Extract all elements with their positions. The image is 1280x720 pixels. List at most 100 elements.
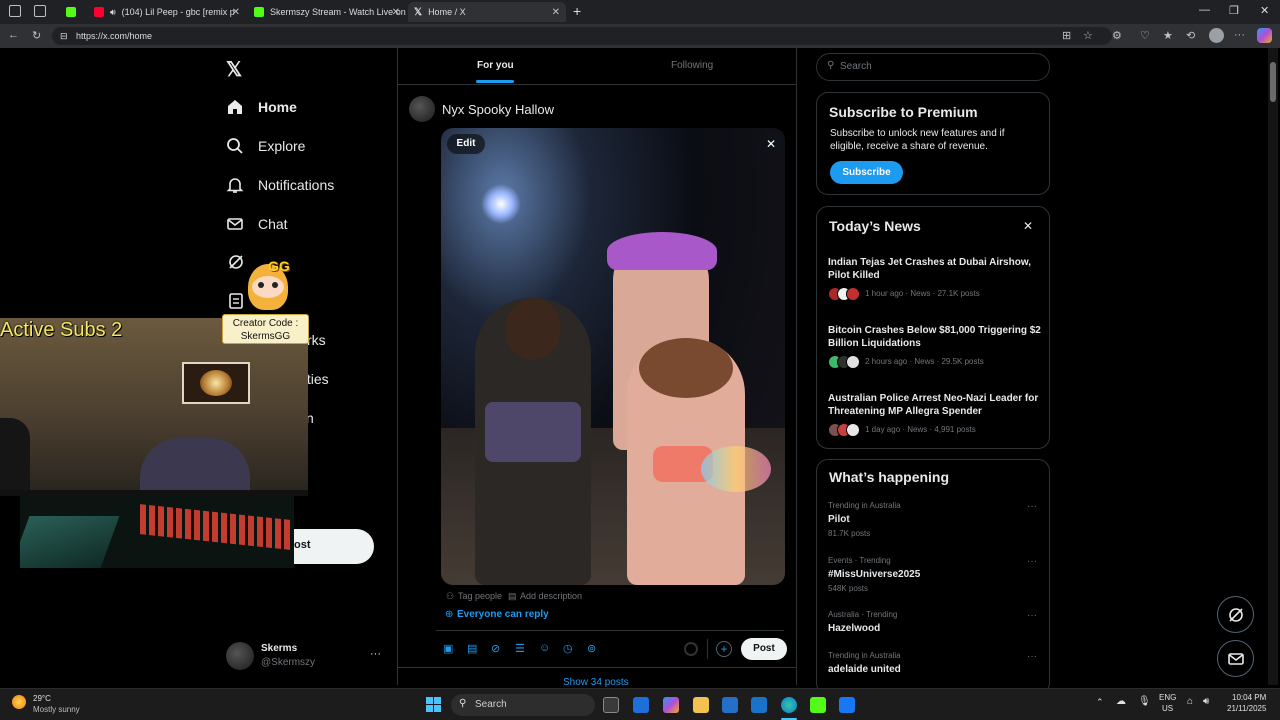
outlook-icon[interactable] xyxy=(633,697,649,713)
gif-icon[interactable]: ▤ xyxy=(467,642,477,655)
edit-media-button[interactable]: Edit xyxy=(447,134,485,154)
nav-item-bookmarks-partial[interactable]: rks xyxy=(307,332,326,348)
remove-media-close-icon[interactable]: ✕ xyxy=(759,132,783,156)
kick-taskbar-icon[interactable] xyxy=(810,697,826,713)
edge-icon[interactable] xyxy=(781,697,797,713)
search-box[interactable]: ⚲ Search xyxy=(816,53,1050,81)
trend-more-icon[interactable]: ··· xyxy=(1027,556,1037,567)
dismiss-news-close-icon[interactable]: ✕ xyxy=(1023,219,1033,233)
new-tab-button[interactable]: + xyxy=(573,3,581,19)
language-bottom[interactable]: US xyxy=(1162,704,1173,713)
reply-setting-button[interactable]: Everyone can reply xyxy=(457,609,549,620)
task-view-icon[interactable] xyxy=(603,697,619,713)
scrollbar-thumb[interactable] xyxy=(1270,62,1276,102)
x-logo-icon[interactable]: 𝕏 xyxy=(226,57,242,82)
clock-time[interactable]: 10:04 PM xyxy=(1232,693,1266,702)
tab-kick-stream[interactable]: Skermszy Stream - Watch Live on ✕ xyxy=(248,2,406,22)
add-description-link[interactable]: Add description xyxy=(520,591,582,601)
profile-avatar[interactable] xyxy=(1209,28,1224,43)
composer-text[interactable]: Nyx Spooky Hallow xyxy=(442,102,554,117)
restore-icon[interactable]: ❐ xyxy=(1229,4,1239,17)
emoji-icon[interactable]: ☺ xyxy=(539,642,550,654)
history-icon[interactable]: ⟲ xyxy=(1186,29,1195,42)
trend-name[interactable]: adelaide united xyxy=(828,664,901,675)
photos-icon[interactable] xyxy=(751,697,767,713)
close-tab-icon[interactable]: ✕ xyxy=(392,7,400,18)
grok-compose-icon[interactable]: ⊘ xyxy=(491,642,500,655)
tab-x-home[interactable]: 𝕏 Home / X ✕ xyxy=(408,2,566,22)
trend-name[interactable]: Pilot xyxy=(828,514,850,525)
news-item-title[interactable]: Bitcoin Crashes Below $81,000 Triggering… xyxy=(828,324,1043,350)
nav-label: Chat xyxy=(258,216,288,232)
favorite-star-icon[interactable]: ☆ xyxy=(1083,29,1093,42)
news-item-title[interactable]: Indian Tejas Jet Crashes at Dubai Airsho… xyxy=(828,256,1043,282)
address-bar[interactable]: ⊟ https://x.com/home xyxy=(52,27,1112,45)
composer-avatar[interactable] xyxy=(409,96,435,122)
language-top[interactable]: ENG xyxy=(1159,693,1176,702)
copilot-icon[interactable] xyxy=(1257,28,1272,43)
weather-icon[interactable] xyxy=(12,695,26,709)
trend-name[interactable]: Hazelwood xyxy=(828,623,880,634)
nav-item-home[interactable]: Home xyxy=(226,94,297,120)
trend-name[interactable]: #MissUniverse2025 xyxy=(828,569,920,580)
extensions-icon[interactable]: ⚙ xyxy=(1112,29,1122,42)
trend-more-icon[interactable]: ··· xyxy=(1027,610,1037,621)
tab-for-you[interactable]: For you xyxy=(477,60,514,71)
tab-pinned-kick[interactable] xyxy=(60,2,84,22)
file-explorer-icon[interactable] xyxy=(693,697,709,713)
show-new-posts-link[interactable]: Show 34 posts xyxy=(563,677,629,688)
media-icon[interactable]: ▣ xyxy=(443,642,453,655)
tab-youtube[interactable]: 🔊︎ (104) Lil Peep - gbc [remix p ✕ xyxy=(88,2,246,22)
network-icon[interactable]: ⌂ xyxy=(1187,696,1193,707)
poll-icon[interactable]: ☰ xyxy=(515,642,525,655)
nav-item-chat[interactable]: Chat xyxy=(226,211,288,237)
tab-following[interactable]: Following xyxy=(671,60,713,71)
close-tab-icon[interactable]: ✕ xyxy=(552,7,560,18)
post-submit-button[interactable]: Post xyxy=(741,638,787,660)
wall-frame-image xyxy=(182,362,250,404)
tab-actions-icon[interactable] xyxy=(34,5,46,17)
attached-photo[interactable] xyxy=(441,128,785,585)
facebook-icon[interactable] xyxy=(839,697,855,713)
browser-essentials-icon[interactable]: ♡ xyxy=(1140,29,1150,42)
trend-more-icon[interactable]: ··· xyxy=(1027,651,1037,662)
site-info-icon[interactable]: ⊟ xyxy=(60,27,68,45)
taskbar-search-box[interactable]: ⚲ Search xyxy=(451,694,595,716)
person-left xyxy=(475,298,591,585)
volume-icon[interactable]: 🔊︎ xyxy=(1203,696,1209,707)
account-avatar[interactable] xyxy=(226,642,254,670)
settings-menu-icon[interactable]: ··· xyxy=(1234,29,1245,41)
window-close-icon[interactable]: ✕ xyxy=(1260,4,1269,17)
favorites-icon[interactable]: ★ xyxy=(1163,29,1173,42)
premium-body: Subscribe to unlock new features and if … xyxy=(830,128,1005,152)
back-icon[interactable]: ← xyxy=(8,29,19,41)
subscribe-button[interactable]: Subscribe xyxy=(830,161,903,184)
workspaces-icon[interactable] xyxy=(9,5,21,17)
speaker-icon[interactable]: 🔊︎ xyxy=(110,7,116,18)
onedrive-icon[interactable]: ☁ xyxy=(1116,696,1126,707)
close-tab-icon[interactable]: ✕ xyxy=(232,7,240,18)
news-item-avatars xyxy=(828,423,860,437)
post-button[interactable]: ost xyxy=(292,529,374,564)
page-scrollbar[interactable] xyxy=(1268,48,1278,685)
messages-fab[interactable] xyxy=(1217,640,1254,677)
nav-item-notifications[interactable]: Notifications xyxy=(226,172,334,198)
news-item-title[interactable]: Australian Police Arrest Neo-Nazi Leader… xyxy=(828,392,1043,418)
account-more-icon[interactable]: ··· xyxy=(370,648,381,660)
clock-date[interactable]: 21/11/2025 xyxy=(1227,704,1266,713)
minimize-icon[interactable]: — xyxy=(1199,4,1210,16)
location-icon[interactable]: ⊚ xyxy=(587,642,596,655)
start-windows-icon[interactable] xyxy=(426,697,441,712)
nav-item-explore[interactable]: Explore xyxy=(226,133,305,159)
schedule-icon[interactable]: ◷ xyxy=(563,642,573,655)
add-post-icon[interactable]: + xyxy=(716,641,732,657)
tag-people-link[interactable]: Tag people xyxy=(458,591,502,601)
trend-more-icon[interactable]: ··· xyxy=(1027,501,1037,512)
store-icon[interactable] xyxy=(722,697,738,713)
refresh-icon[interactable]: ↻ xyxy=(32,29,41,42)
microphone-icon[interactable]: 🎙︎ xyxy=(1138,696,1151,707)
grok-fab[interactable] xyxy=(1217,596,1254,633)
app-install-icon[interactable]: ⊞ xyxy=(1062,29,1071,42)
copilot-taskbar-icon[interactable] xyxy=(663,697,679,713)
tray-chevron-icon[interactable]: ⌃ xyxy=(1096,697,1104,708)
